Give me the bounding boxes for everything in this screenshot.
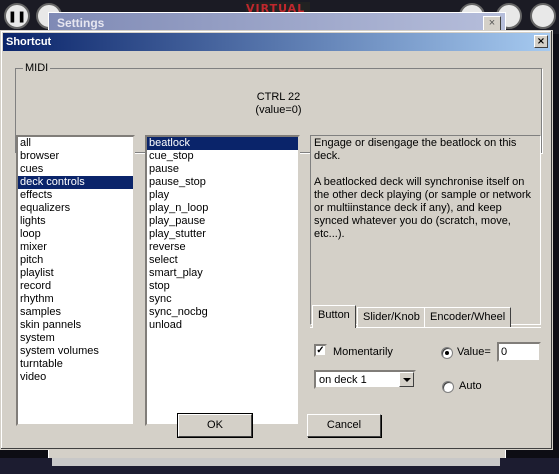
deck-select-value: on deck 1 (319, 374, 367, 386)
category-item[interactable]: record (18, 280, 133, 293)
action-item[interactable]: unload (147, 319, 298, 332)
category-item[interactable]: skin pannels (18, 319, 133, 332)
category-item[interactable]: cues (18, 163, 133, 176)
category-item[interactable]: turntable (18, 358, 133, 371)
category-item[interactable]: video (18, 371, 133, 384)
momentarily-label[interactable]: Momentarily (333, 346, 393, 359)
category-item[interactable]: system volumes (18, 345, 133, 358)
ok-button[interactable]: OK (177, 413, 253, 438)
midi-value: (value=0) (255, 104, 302, 116)
dialog-titlebar[interactable]: Shortcut × (3, 33, 550, 51)
tab-button[interactable]: Button (312, 305, 356, 328)
description-summary: Engage or disengage the beatlock on this… (314, 137, 517, 162)
action-item[interactable]: sync_nocbg (147, 306, 298, 319)
category-item[interactable]: browser (18, 150, 133, 163)
category-item[interactable]: system (18, 332, 133, 345)
action-item[interactable]: play_stutter (147, 228, 298, 241)
midi-key: CTRL 22 (256, 91, 301, 103)
category-item[interactable]: playlist (18, 267, 133, 280)
deck-left-pause-button[interactable]: ❚❚ (4, 3, 30, 29)
action-list[interactable]: beatlock cue_stop pause pause_stop play play_… (145, 135, 300, 426)
category-item[interactable]: equalizers (18, 202, 133, 215)
action-item[interactable]: cue_stop (147, 150, 298, 163)
category-item[interactable]: deck controls (18, 176, 133, 189)
momentarily-checkbox[interactable]: ✓ (314, 344, 327, 357)
value-field[interactable]: 0 (497, 342, 541, 362)
deck-right-pause-button[interactable] (530, 3, 556, 29)
tab-slider-knob[interactable]: Slider/Knob (357, 307, 426, 327)
category-item[interactable]: lights (18, 215, 133, 228)
action-item[interactable]: pause_stop (147, 176, 298, 189)
category-list[interactable]: all browser cues deck controls effects equali… (16, 135, 135, 426)
value-radio-label[interactable]: Value= (457, 346, 491, 359)
dialog-title: Shortcut (6, 36, 52, 48)
auto-radio[interactable] (442, 381, 454, 393)
action-item[interactable]: reverse (147, 241, 298, 254)
tab-encoder-wheel[interactable]: Encoder/Wheel (424, 307, 512, 327)
action-item[interactable]: pause (147, 163, 298, 176)
category-item[interactable]: rhythm (18, 293, 133, 306)
value-radio[interactable] (441, 347, 453, 359)
shortcut-dialog: Shortcut × MIDI CTRL 22 (value=0) all bro… (0, 30, 553, 450)
chevron-down-icon[interactable] (399, 372, 414, 387)
action-item[interactable]: play (147, 189, 298, 202)
midi-key-display: CTRL 22 (value=0) (16, 91, 541, 117)
action-item[interactable]: select (147, 254, 298, 267)
category-item[interactable]: samples (18, 306, 133, 319)
midi-group-label: MIDI (23, 62, 51, 74)
category-item[interactable]: pitch (18, 254, 133, 267)
action-item[interactable]: beatlock (147, 137, 298, 150)
close-button[interactable]: × (534, 35, 548, 48)
category-item[interactable]: mixer (18, 241, 133, 254)
deck-select[interactable]: on deck 1 (314, 370, 416, 389)
action-item[interactable]: stop (147, 280, 298, 293)
category-item[interactable]: effects (18, 189, 133, 202)
action-description: Engage or disengage the beatlock on this… (310, 135, 541, 325)
category-item[interactable]: all (18, 137, 133, 150)
cancel-button[interactable]: Cancel (307, 414, 381, 437)
action-item[interactable]: smart_play (147, 267, 298, 280)
action-item[interactable]: play_n_loop (147, 202, 298, 215)
action-item[interactable]: sync (147, 293, 298, 306)
category-item[interactable]: loop (18, 228, 133, 241)
description-detail: A beatlocked deck will synchronise itsel… (314, 176, 532, 240)
action-item[interactable]: play_pause (147, 215, 298, 228)
auto-radio-label[interactable]: Auto (459, 380, 482, 393)
settings-window-bottom (52, 458, 500, 466)
